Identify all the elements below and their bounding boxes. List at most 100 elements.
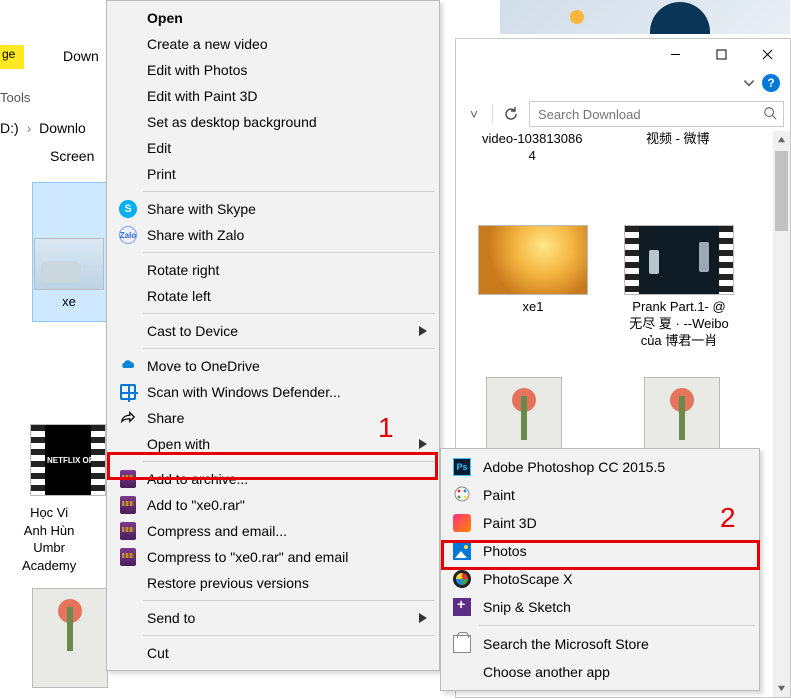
menu-item[interactable]: Create a new video [109, 31, 437, 57]
menu-item-label: Paint [483, 487, 515, 503]
bg-caption-stack: Học Vi Anh Hùn Umbr Academy [22, 504, 76, 574]
menu-item[interactable]: Open [109, 5, 437, 31]
menu-item[interactable]: Send to [109, 605, 437, 631]
menu-item-label: Share with Skype [147, 201, 256, 217]
openwith-item[interactable]: Choose another app [443, 658, 757, 686]
bg-thumb-netflix[interactable]: A NETFLIX ORI [30, 424, 106, 496]
file-label: 4 [529, 148, 536, 165]
breadcrumb-drive[interactable]: D:) [0, 120, 19, 136]
menu-separator [143, 600, 435, 601]
bg-thumb-flower[interactable] [32, 588, 108, 688]
file-item-prank[interactable]: Prank Part.1- @ 无尽 夏 · --Weibo của 博君一肖 [624, 225, 734, 350]
scroll-down-button[interactable] [773, 680, 790, 697]
scroll-up-button[interactable] [773, 131, 790, 148]
menu-separator [143, 313, 435, 314]
store-icon [453, 635, 471, 653]
paint-icon [453, 485, 471, 506]
menu-item[interactable]: Set as desktop background [109, 109, 437, 135]
maximize-button[interactable] [698, 39, 744, 69]
ribbon-chevron-icon[interactable] [742, 76, 756, 90]
openwith-item[interactable]: Paint 3D [443, 509, 757, 537]
winrar-icon [120, 548, 136, 566]
menu-item[interactable]: Open with [109, 431, 437, 457]
file-label: video-103813086 [482, 131, 582, 148]
menu-item[interactable]: Rotate right [109, 257, 437, 283]
menu-item[interactable]: Edit with Paint 3D [109, 83, 437, 109]
menu-item-label: Move to OneDrive [147, 358, 260, 374]
menu-separator [143, 191, 435, 192]
addr-chevron[interactable]: ˅ [462, 102, 486, 126]
openwith-item[interactable]: PhotoScape X [443, 565, 757, 593]
snip-icon [453, 598, 471, 616]
menu-item-label: Set as desktop background [147, 114, 317, 130]
onedrive-icon [119, 358, 137, 374]
thumb-xe1 [478, 225, 588, 295]
thumb-prank [624, 225, 734, 295]
menu-item-label: Send to [147, 610, 195, 626]
bg-caption-screen: Screen [50, 148, 94, 164]
breadcrumb-folder[interactable]: Downlo [39, 120, 86, 136]
ribbon-collapse-row: ? [456, 69, 790, 97]
minimize-button[interactable] [652, 39, 698, 69]
file-item-xe1[interactable]: xe1 [478, 225, 588, 316]
search-box[interactable] [529, 101, 784, 127]
defender-icon [120, 384, 136, 400]
netflix-badge: A NETFLIX ORI [39, 456, 96, 465]
submenu-arrow-icon [419, 610, 427, 626]
menu-item-label: Compress and email... [147, 523, 287, 539]
photoscape-icon [453, 570, 471, 588]
zalo-icon: Zalo [119, 226, 137, 244]
breadcrumb[interactable]: D:) › Downlo [0, 120, 86, 136]
menu-item[interactable]: Rotate left [109, 283, 437, 309]
menu-item-label: Paint 3D [483, 515, 537, 531]
openwith-item[interactable]: Search the Microsoft Store [443, 630, 757, 658]
bg-thumb-selected[interactable]: xe [34, 238, 104, 309]
menu-item[interactable]: Add to "xe0.rar" [109, 492, 437, 518]
file-label: 无尽 夏 · --Weibo [629, 316, 728, 333]
menu-item-label: Edit with Photos [147, 62, 247, 78]
file-label: Prank Part.1- @ [632, 299, 725, 316]
scroll-thumb[interactable] [775, 151, 788, 231]
menu-separator [143, 635, 435, 636]
file-item[interactable]: 视频 - 微博 [646, 131, 710, 148]
menu-item-label: Cut [147, 645, 169, 661]
menu-item[interactable]: SShare with Skype [109, 196, 437, 222]
menu-item[interactable]: Restore previous versions [109, 570, 437, 596]
menu-item[interactable]: Add to archive... [109, 466, 437, 492]
help-button[interactable]: ? [762, 74, 780, 92]
file-item[interactable]: video-103813086 4 [482, 131, 582, 165]
menu-item[interactable]: Cut [109, 640, 437, 666]
photos-icon [453, 542, 471, 560]
menu-item[interactable]: Compress to "xe0.rar" and email [109, 544, 437, 570]
menu-item-label: Restore previous versions [147, 575, 309, 591]
menu-item-label: Add to archive... [147, 471, 248, 487]
menu-item[interactable]: Edit [109, 135, 437, 161]
openwith-item[interactable]: PsAdobe Photoshop CC 2015.5 [443, 453, 757, 481]
close-button[interactable] [744, 39, 790, 69]
menu-item[interactable]: Zalo Share with Zalo [109, 222, 437, 248]
menu-item[interactable]: Compress and email... [109, 518, 437, 544]
openwith-item[interactable]: Photos [443, 537, 757, 565]
menu-item-label: Open [147, 10, 183, 26]
menu-item[interactable]: Scan with Windows Defender... [109, 379, 437, 405]
vertical-scrollbar[interactable] [773, 131, 790, 697]
menu-item-label: Rotate right [147, 262, 219, 278]
folder-tab-partial: Down [63, 48, 99, 64]
menu-item-label: Adobe Photoshop CC 2015.5 [483, 459, 665, 475]
search-icon[interactable] [763, 106, 777, 123]
menu-item[interactable]: Edit with Photos [109, 57, 437, 83]
openwith-item[interactable]: Snip & Sketch [443, 593, 757, 621]
menu-item-label: Photos [483, 543, 527, 559]
menu-item[interactable]: Share [109, 405, 437, 431]
menu-item[interactable]: Move to OneDrive [109, 353, 437, 379]
openwith-item[interactable]: Paint [443, 481, 757, 509]
refresh-button[interactable] [499, 102, 523, 126]
menu-item-label: PhotoScape X [483, 571, 573, 587]
menu-item-label: Edit [147, 140, 171, 156]
menu-item-label: Print [147, 166, 176, 182]
menu-item[interactable]: Print [109, 161, 437, 187]
menu-item[interactable]: Cast to Device [109, 318, 437, 344]
menu-item-label: Share with Zalo [147, 227, 244, 243]
menu-item-label: Rotate left [147, 288, 211, 304]
search-input[interactable] [536, 106, 763, 123]
